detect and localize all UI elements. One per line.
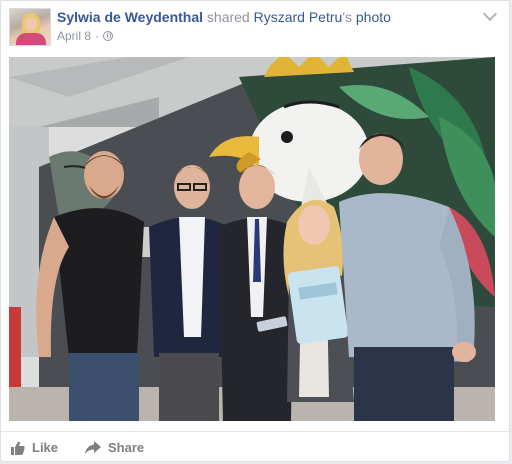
thumbs-up-icon (11, 441, 25, 455)
avatar-face-shape (25, 17, 37, 31)
post-meta: April 8 · (57, 29, 114, 43)
post-date[interactable]: April 8 (57, 29, 91, 43)
shared-owner-link[interactable]: Ryszard Petru (254, 9, 343, 25)
like-label: Like (32, 440, 59, 455)
shared-photo-link[interactable]: photo (356, 9, 391, 25)
avatar-body-shape (16, 33, 46, 45)
possessive-text: 's (342, 9, 352, 25)
action-text: shared (206, 9, 250, 25)
author-avatar[interactable] (9, 8, 51, 46)
meta-separator: · (95, 29, 100, 43)
chevron-down-icon[interactable] (482, 6, 498, 22)
share-button[interactable]: Share (85, 440, 144, 455)
post-photo[interactable] (9, 57, 495, 421)
photo-illustration (9, 57, 495, 421)
globe-icon[interactable] (103, 31, 114, 41)
news-feed-post: Sylwia de Weydenthal shared Ryszard Petr… (0, 0, 510, 462)
post-header: Sylwia de Weydenthal shared Ryszard Petr… (57, 9, 391, 25)
like-button[interactable]: Like (11, 440, 58, 455)
post-action-bar: Like Share (1, 431, 509, 464)
share-arrow-icon (85, 440, 101, 454)
author-name-link[interactable]: Sylwia de Weydenthal (57, 9, 203, 25)
share-label: Share (108, 440, 145, 455)
